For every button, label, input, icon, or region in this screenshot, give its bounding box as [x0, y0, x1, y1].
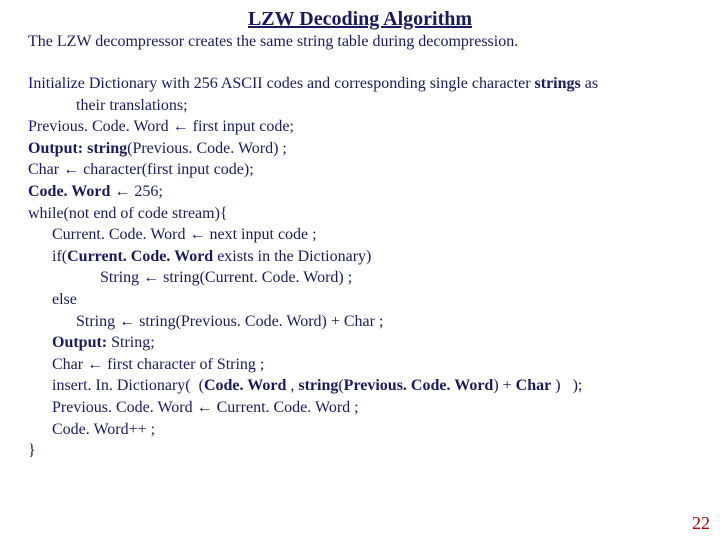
- slide-page: LZW Decoding Algorithm The LZW decompres…: [0, 0, 720, 462]
- code-line: Output: String;: [28, 332, 692, 354]
- code-line: String ← string(Current. Code. Word) ;: [28, 267, 692, 289]
- code-line: Output: string(Previous. Code. Word) ;: [28, 138, 692, 160]
- page-number: 22: [692, 513, 710, 534]
- code-line: if(Current. Code. Word exists in the Dic…: [28, 246, 692, 268]
- slide-title: LZW Decoding Algorithm: [28, 8, 692, 31]
- code-line: Previous. Code. Word ← Current. Code. Wo…: [28, 397, 692, 419]
- slide-subtitle: The LZW decompressor creates the same st…: [28, 33, 692, 51]
- code-line: Previous. Code. Word ← first input code;: [28, 116, 692, 138]
- algorithm-block: Initialize Dictionary with 256 ASCII cod…: [28, 73, 692, 462]
- code-line: while(not end of code stream){: [28, 203, 692, 225]
- code-line: }: [28, 440, 692, 462]
- code-line: Char ← character(first input code);: [28, 159, 692, 181]
- code-line: Initialize Dictionary with 256 ASCII cod…: [28, 73, 692, 95]
- code-line: Char ← first character of String ;: [28, 354, 692, 376]
- code-line: Code. Word ← 256;: [28, 181, 692, 203]
- code-line: their translations;: [28, 95, 692, 117]
- code-line: insert. In. Dictionary( (Code. Word , st…: [28, 375, 692, 397]
- code-line: Current. Code. Word ← next input code ;: [28, 224, 692, 246]
- code-line: String ← string(Previous. Code. Word) + …: [28, 311, 692, 333]
- code-line: else: [28, 289, 692, 311]
- code-line: Code. Word++ ;: [28, 419, 692, 441]
